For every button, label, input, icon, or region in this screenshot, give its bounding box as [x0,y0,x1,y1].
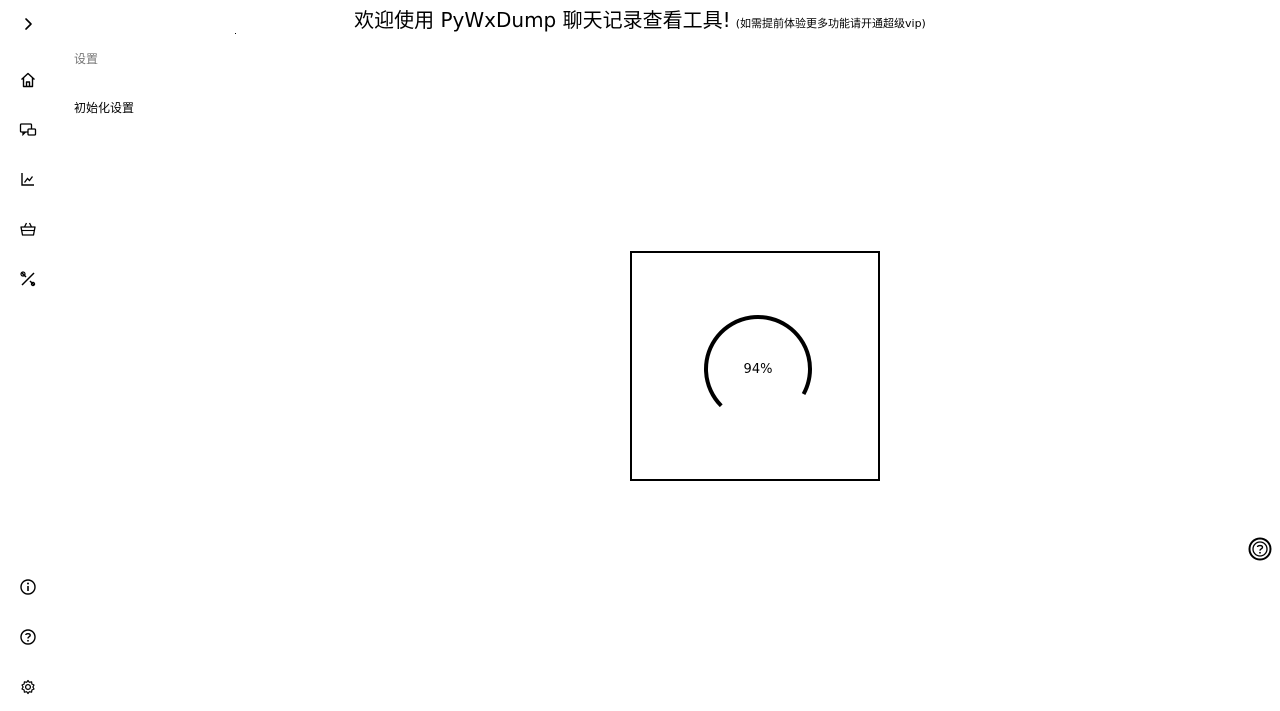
nav-statistics-button[interactable] [14,165,42,193]
progress-ring: 94% [702,313,814,425]
progress-percentage: 94% [743,361,773,377]
basket-icon [20,222,36,236]
nav-home-button[interactable] [14,66,42,94]
info-icon [20,579,36,595]
nav-basket-button[interactable] [14,215,42,243]
subnav-item-init-settings[interactable]: 初始化设置 [74,99,134,116]
divider-dot [235,33,236,34]
nav-chat-button[interactable] [14,116,42,144]
loading-dialog: 94% [630,251,880,481]
assistant-icon [1248,537,1272,561]
chat-icon [19,123,37,137]
subnav-header: 设置 [74,52,99,66]
page-title-subtitle: (如需提前体验更多功能请开通超级vip) [735,17,926,30]
tools-icon [20,271,36,287]
page-title-main: 欢迎使用 PyWxDump 聊天记录查看工具! [354,8,731,32]
sidebar [0,0,56,711]
page-title: 欢迎使用 PyWxDump 聊天记录查看工具! (如需提前体验更多功能请开通超级… [0,4,1280,33]
home-icon [21,72,35,88]
nav-help-button[interactable] [14,623,42,651]
assistant-button[interactable] [1248,537,1272,561]
help-icon [20,629,36,645]
chart-icon [21,173,34,186]
nav-about-button[interactable] [14,573,42,601]
nav-settings-button[interactable] [14,673,42,701]
settings-icon [21,679,35,695]
nav-tools-button[interactable] [14,265,42,293]
